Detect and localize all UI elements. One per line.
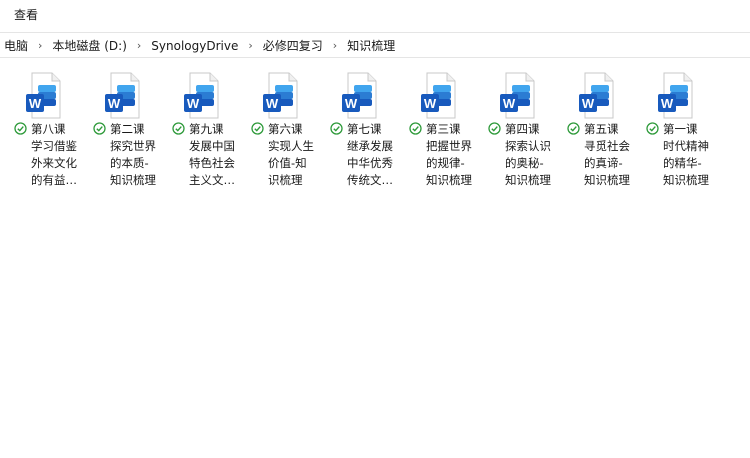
word-document-icon: W	[340, 72, 380, 120]
svg-text:W: W	[345, 96, 358, 111]
file-item[interactable]: W 第八课学习借鉴外来文化的有益…	[14, 72, 86, 192]
breadcrumb-item[interactable]: 必修四复习	[259, 37, 327, 54]
file-name-line: 知识梳理	[426, 173, 472, 187]
file-name-line: 发展中国	[189, 139, 235, 153]
file-name-line: 时代精神	[663, 139, 709, 153]
file-name-line: 知识梳理	[584, 173, 630, 187]
chevron-right-icon[interactable]: ›	[131, 39, 147, 52]
file-name-line: 外来文化	[31, 156, 77, 170]
file-name-line: 实现人生	[268, 139, 314, 153]
file-name-line: 知识梳理	[663, 173, 709, 187]
synced-check-icon	[172, 122, 185, 135]
file-item[interactable]: W 第九课发展中国特色社会主义文…	[172, 72, 244, 192]
file-name-line: 的有益…	[31, 173, 77, 187]
synced-check-icon	[93, 122, 106, 135]
file-name-line: 价值-知	[268, 156, 307, 170]
word-document-icon: W	[419, 72, 459, 120]
file-item[interactable]: W 第五课寻觅社会的真谛- 知识梳理	[567, 72, 639, 192]
breadcrumb-item[interactable]: 电脑	[0, 37, 32, 54]
chevron-right-icon[interactable]: ›	[32, 39, 48, 52]
chevron-right-icon[interactable]: ›	[327, 39, 343, 52]
synced-check-icon	[330, 122, 343, 135]
file-name-line: 第二课	[110, 122, 145, 136]
file-name-line: 的本质-	[110, 156, 149, 170]
file-name-line: 第九课	[189, 122, 224, 136]
synced-check-icon	[251, 122, 264, 135]
synced-check-icon	[646, 122, 659, 135]
word-document-icon: W	[498, 72, 538, 120]
svg-text:W: W	[582, 96, 595, 111]
file-name-line: 把握世界	[426, 139, 472, 153]
file-item[interactable]: W 第三课把握世界的规律- 知识梳理	[409, 72, 481, 192]
breadcrumb-item[interactable]: 本地磁盘 (D:)	[48, 37, 130, 54]
chevron-right-icon[interactable]: ›	[242, 39, 258, 52]
synced-check-icon	[488, 122, 501, 135]
file-item[interactable]: W 第一课时代精神的精华- 知识梳理	[646, 72, 718, 192]
file-name-line: 的奥秘-	[505, 156, 544, 170]
svg-text:W: W	[266, 96, 279, 111]
file-name-line: 第四课	[505, 122, 540, 136]
word-document-icon: W	[103, 72, 143, 120]
file-name-line: 学习借鉴	[31, 139, 77, 153]
word-document-icon: W	[24, 72, 64, 120]
file-name-line: 探究世界	[110, 139, 156, 153]
file-name-line: 第六课	[268, 122, 303, 136]
svg-text:W: W	[503, 96, 516, 111]
synced-check-icon	[14, 122, 27, 135]
file-name-line: 知识梳理	[110, 173, 156, 187]
svg-text:W: W	[108, 96, 121, 111]
word-document-icon: W	[577, 72, 617, 120]
file-name-line: 第三课	[426, 122, 461, 136]
file-name-line: 第五课	[584, 122, 619, 136]
word-document-icon: W	[261, 72, 301, 120]
file-name-line: 第一课	[663, 122, 698, 136]
file-name-line: 的精华-	[663, 156, 702, 170]
file-name-line: 特色社会	[189, 156, 235, 170]
file-item[interactable]: W 第七课继承发展中华优秀传统文…	[330, 72, 402, 192]
file-name-line: 探索认识	[505, 139, 551, 153]
breadcrumb-item[interactable]: SynologyDrive	[147, 39, 242, 53]
file-item[interactable]: W 第四课探索认识的奥秘- 知识梳理	[488, 72, 560, 192]
file-name-line: 中华优秀	[347, 156, 393, 170]
file-name-line: 知识梳理	[505, 173, 551, 187]
view-menu[interactable]: 查看	[8, 6, 44, 23]
breadcrumb: 电脑 › 本地磁盘 (D:) › SynologyDrive › 必修四复习 › 知识梳理	[0, 37, 399, 54]
synced-check-icon	[567, 122, 580, 135]
file-name-line: 继承发展	[347, 139, 393, 153]
file-name-line: 第七课	[347, 122, 382, 136]
file-name-line: 寻觅社会	[584, 139, 630, 153]
breadcrumb-item[interactable]: 知识梳理	[343, 37, 399, 54]
file-name-line: 传统文…	[347, 173, 393, 187]
word-document-icon: W	[182, 72, 222, 120]
svg-text:W: W	[661, 96, 674, 111]
file-name-line: 主义文…	[189, 173, 235, 187]
menu-bar: 查看	[0, 0, 750, 28]
synced-check-icon	[409, 122, 422, 135]
address-bar[interactable]: 电脑 › 本地磁盘 (D:) › SynologyDrive › 必修四复习 › 知识梳理	[0, 32, 750, 58]
file-name-line: 第八课	[31, 122, 66, 136]
svg-text:W: W	[29, 96, 42, 111]
file-item[interactable]: W 第二课探究世界的本质- 知识梳理	[93, 72, 165, 192]
word-document-icon: W	[656, 72, 696, 120]
file-item[interactable]: W 第六课实现人生价值-知识梳理	[251, 72, 323, 192]
file-name-line: 的真谛-	[584, 156, 623, 170]
svg-text:W: W	[187, 96, 200, 111]
svg-text:W: W	[424, 96, 437, 111]
file-name-line: 识梳理	[268, 173, 303, 187]
file-name-line: 的规律-	[426, 156, 465, 170]
